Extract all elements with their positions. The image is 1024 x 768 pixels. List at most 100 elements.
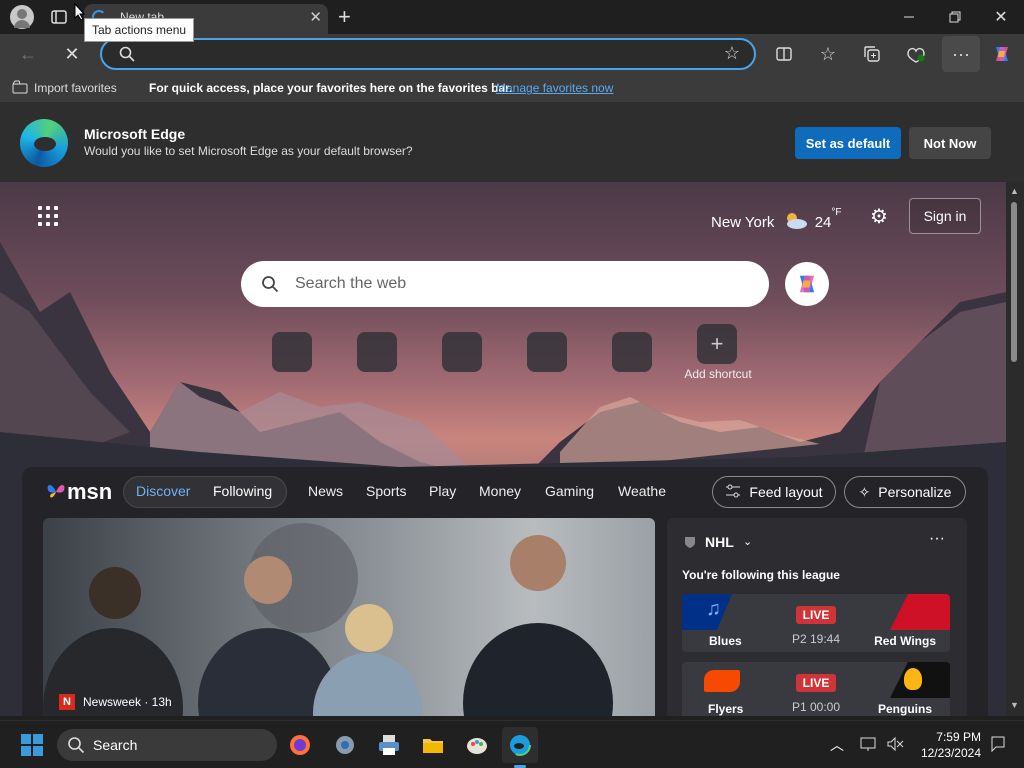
- favorites-bar: Import favorites For quick access, place…: [0, 74, 1024, 102]
- network-icon[interactable]: [860, 736, 876, 757]
- shortcut-tile[interactable]: [527, 332, 567, 372]
- nav-sports[interactable]: Sports: [366, 483, 406, 499]
- msn-logo-text: msn: [67, 479, 113, 504]
- feed-layout-button[interactable]: Feed layout: [712, 476, 836, 508]
- copilot-search-button[interactable]: [785, 262, 829, 306]
- weather-temperature: 24: [814, 214, 832, 231]
- stop-loading-button[interactable]: ✕: [56, 38, 88, 70]
- not-now-button[interactable]: Not Now: [909, 127, 991, 159]
- default-browser-banner: Microsoft Edge Would you like to set Mic…: [0, 102, 1024, 182]
- nhl-scores-card: NHL ⌄ ··· You're following this league ♫…: [667, 518, 967, 716]
- printer-icon[interactable]: [371, 727, 407, 763]
- windows-taskbar: Search ︿ 7:59 PM 12/23/2024: [0, 720, 1024, 768]
- system-clock[interactable]: 7:59 PM 12/23/2024: [917, 729, 981, 761]
- volume-muted-icon[interactable]: [886, 736, 904, 757]
- scrollbar-thumb[interactable]: [1011, 202, 1017, 362]
- shortcut-tile[interactable]: [357, 332, 397, 372]
- following-league-text: You're following this league: [682, 568, 840, 582]
- sign-in-button[interactable]: Sign in: [909, 198, 981, 234]
- file-explorer-icon[interactable]: [415, 727, 451, 763]
- penguin-icon: [904, 668, 922, 690]
- favorites-bar-message: For quick access, place your favorites h…: [149, 81, 513, 95]
- back-button[interactable]: ←: [12, 38, 44, 70]
- favorites-button[interactable]: ☆: [812, 38, 844, 70]
- windows-start-icon[interactable]: [14, 727, 50, 763]
- taskbar-search-label: Search: [93, 737, 138, 753]
- live-badge: LIVE: [796, 674, 836, 692]
- apps-grid-icon[interactable]: [38, 206, 58, 226]
- title-bar: New tab ✕ Tab actions menu + ✕: [0, 0, 1024, 42]
- minimize-button[interactable]: [886, 0, 932, 34]
- hero-source-text: Newsweek · 13h: [83, 695, 172, 709]
- clock-time: 7:59 PM: [936, 730, 981, 744]
- flyers-logo: [704, 670, 740, 692]
- nhl-shield-icon: [683, 535, 697, 554]
- web-search-input[interactable]: [295, 273, 735, 295]
- collections-button[interactable]: [856, 38, 888, 70]
- close-window-button[interactable]: ✕: [978, 0, 1024, 34]
- card-more-icon[interactable]: ···: [929, 530, 945, 548]
- game-card[interactable]: ♫ Blues LIVE P2 19:44 Red Wings: [682, 594, 950, 652]
- weather-unit: °F: [831, 207, 842, 218]
- import-icon: [12, 80, 28, 97]
- personalize-button[interactable]: ✧ Personalize: [844, 476, 966, 508]
- browser-essentials-button[interactable]: [900, 38, 932, 70]
- shortcut-tile[interactable]: [612, 332, 652, 372]
- nav-weather[interactable]: Weathe: [618, 483, 666, 499]
- sparkle-icon: ✧: [858, 483, 871, 500]
- copilot-icon[interactable]: [986, 38, 1018, 70]
- banner-text: Would you like to set Microsoft Edge as …: [84, 144, 413, 158]
- profile-avatar[interactable]: [10, 5, 34, 29]
- import-favorites-link[interactable]: Import favorites: [34, 81, 117, 95]
- chevron-down-icon[interactable]: ⌄: [743, 535, 752, 548]
- nav-news[interactable]: News: [308, 483, 343, 499]
- msn-logo[interactable]: msn: [45, 477, 112, 505]
- clock-date: 12/23/2024: [920, 746, 981, 760]
- msn-butterfly-icon: [45, 480, 67, 502]
- home-team: Flyers: [708, 702, 744, 716]
- favorite-star-icon[interactable]: ☆: [724, 43, 740, 64]
- scroll-down-icon[interactable]: ▼: [1010, 700, 1019, 710]
- scroll-up-icon[interactable]: ▲: [1010, 186, 1019, 196]
- set-as-default-button[interactable]: Set as default: [795, 127, 901, 159]
- address-bar[interactable]: ☆: [100, 38, 756, 70]
- nav-money[interactable]: Money: [479, 483, 521, 499]
- weather-widget[interactable]: New York 24°F: [711, 207, 842, 231]
- nav-gaming[interactable]: Gaming: [545, 483, 594, 499]
- newsweek-logo: N: [59, 694, 75, 710]
- home-team: Blues: [709, 634, 742, 648]
- shortcut-tile[interactable]: [272, 332, 312, 372]
- split-screen-button[interactable]: [768, 38, 800, 70]
- tab-discover[interactable]: Discover: [136, 483, 190, 499]
- taskbar-search[interactable]: Search: [57, 729, 277, 761]
- search-icon: [261, 275, 279, 298]
- settings-app-icon[interactable]: [327, 727, 363, 763]
- chevron-up-icon[interactable]: ︿: [830, 735, 844, 755]
- tab-actions-button[interactable]: [50, 8, 68, 26]
- page-scrollbar[interactable]: ▲ ▼: [1006, 182, 1024, 716]
- away-team: Red Wings: [874, 634, 936, 648]
- tab-following[interactable]: Following: [213, 483, 272, 499]
- web-search-box[interactable]: [241, 261, 769, 307]
- new-tab-plus-icon[interactable]: +: [338, 4, 351, 30]
- paint-icon[interactable]: [459, 727, 495, 763]
- add-shortcut-button[interactable]: +: [697, 324, 737, 364]
- edge-taskbar-icon[interactable]: [502, 727, 538, 763]
- game-card[interactable]: Flyers LIVE P1 00:00 Penguins: [682, 662, 950, 716]
- weather-city: New York: [711, 214, 775, 231]
- nhl-title[interactable]: NHL: [705, 534, 734, 550]
- shortcut-tile[interactable]: [442, 332, 482, 372]
- hero-news-image[interactable]: N Newsweek · 13h: [43, 518, 655, 716]
- firefox-icon[interactable]: [282, 727, 318, 763]
- nav-play[interactable]: Play: [429, 483, 456, 499]
- close-tab-icon[interactable]: ✕: [309, 8, 322, 26]
- feed-mode-toggle: Discover Following: [123, 476, 287, 508]
- settings-more-button[interactable]: ···: [942, 36, 980, 72]
- blues-note-icon: ♫: [706, 598, 721, 620]
- game-period: P1 00:00: [791, 700, 841, 714]
- page-settings-gear-icon[interactable]: ⚙: [870, 204, 888, 229]
- notifications-icon[interactable]: [990, 735, 1006, 758]
- manage-favorites-link[interactable]: Manage favorites now: [496, 81, 613, 95]
- restore-button[interactable]: [932, 0, 978, 34]
- partly-cloudy-icon: [782, 210, 808, 229]
